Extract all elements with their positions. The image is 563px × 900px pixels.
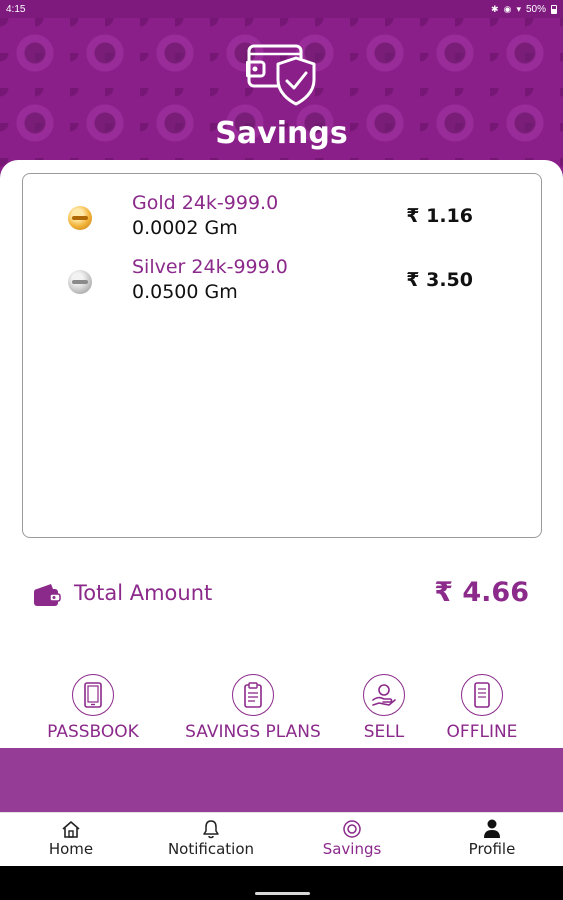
holding-quantity: 0.0500 Gm xyxy=(132,281,238,303)
passbook-label: PASSBOOK xyxy=(47,722,139,742)
status-time: 4:15 xyxy=(6,3,26,15)
page-title: Savings xyxy=(215,116,348,151)
holding-row-gold[interactable]: Gold 24k-999.0 0.0002 Gm ₹ 1.16 xyxy=(23,192,541,244)
total-amount-label: Total Amount xyxy=(74,581,213,605)
nav-item-savings[interactable]: Savings xyxy=(302,819,402,858)
clipboard-icon xyxy=(232,674,274,716)
passbook-icon xyxy=(72,674,114,716)
offline-phone-icon xyxy=(461,674,503,716)
bell-icon xyxy=(161,819,261,839)
bottom-navigation: Home Notification Savings Profile xyxy=(0,812,563,866)
holding-quantity: 0.0002 Gm xyxy=(132,217,238,239)
nav-item-profile[interactable]: Profile xyxy=(442,819,542,858)
person-icon xyxy=(442,819,542,839)
nav-label: Home xyxy=(48,840,94,858)
system-navigation-bar xyxy=(0,866,563,900)
total-amount-row: Total Amount ₹ 4.66 xyxy=(0,575,563,615)
status-bar: 4:15 ✱ ◉ ▾ 50% xyxy=(0,0,563,18)
holding-name: Silver 24k-999.0 xyxy=(132,256,288,278)
holding-row-silver[interactable]: Silver 24k-999.0 0.0500 Gm ₹ 3.50 xyxy=(23,256,541,308)
nav-label: Profile xyxy=(468,840,516,858)
sell-hand-icon xyxy=(363,674,405,716)
nav-label: Savings xyxy=(322,840,382,858)
holding-value: ₹ 3.50 xyxy=(406,269,473,291)
holdings-card: Gold 24k-999.0 0.0002 Gm ₹ 1.16 Silver 2… xyxy=(22,173,542,538)
sell-button[interactable]: SELL xyxy=(358,674,410,746)
nav-item-notification[interactable]: Notification xyxy=(161,819,261,858)
nav-item-home[interactable]: Home xyxy=(21,819,121,858)
silver-coin-icon xyxy=(68,270,92,294)
battery-percent: 50% xyxy=(525,3,546,15)
status-icons: ✱ ◉ ▾ 50% xyxy=(491,4,557,15)
offline-button[interactable]: OFFLINE xyxy=(440,674,524,746)
nav-label: Notification xyxy=(167,840,255,858)
wallet-icon xyxy=(34,584,61,606)
main-content: Gold 24k-999.0 0.0002 Gm ₹ 1.16 Silver 2… xyxy=(0,160,563,812)
passbook-button[interactable]: PASSBOOK xyxy=(40,674,146,746)
savings-icon xyxy=(302,819,402,839)
promo-banner[interactable] xyxy=(0,748,563,812)
savings-plans-label: SAVINGS PLANS xyxy=(185,722,321,742)
holding-value: ₹ 1.16 xyxy=(406,205,473,227)
eye-icon: ◉ xyxy=(503,3,512,14)
wifi-icon: ▾ xyxy=(516,3,521,14)
home-icon xyxy=(21,819,121,839)
home-gesture-handle[interactable] xyxy=(255,892,310,895)
holding-name: Gold 24k-999.0 xyxy=(132,192,279,214)
gold-coin-icon xyxy=(68,206,92,230)
wallet-shield-icon xyxy=(246,44,316,106)
savings-plans-button[interactable]: SAVINGS PLANS xyxy=(178,674,328,746)
battery-icon xyxy=(551,4,557,14)
total-amount-value: ₹ 4.66 xyxy=(434,577,529,608)
action-bar: PASSBOOK SAVINGS PLANS SELL OFFLINE xyxy=(0,674,563,746)
offline-label: OFFLINE xyxy=(446,722,518,742)
savings-header: Savings xyxy=(0,18,563,178)
sell-label: SELL xyxy=(363,722,405,742)
bluetooth-icon: ✱ xyxy=(491,3,499,14)
